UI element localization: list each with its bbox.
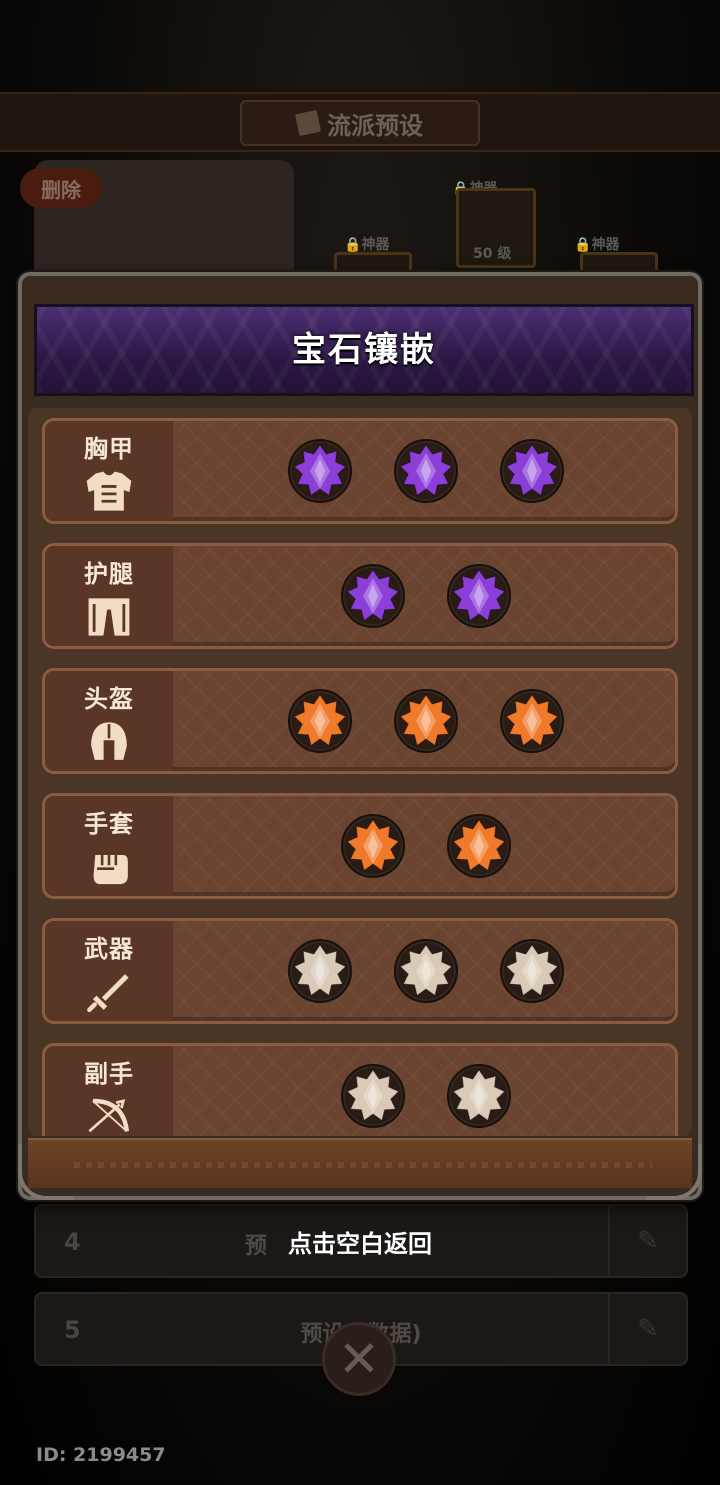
gem-slot-list[interactable]: 胸甲护腿头盔手套武器副手 xyxy=(28,408,692,1136)
bg-level-label: 50 级 xyxy=(473,246,512,262)
gem-orange-icon[interactable] xyxy=(447,814,511,878)
close-icon[interactable]: ✕ xyxy=(322,1322,396,1396)
equipment-slot: 胸甲 xyxy=(45,421,173,521)
gem-orange-icon[interactable] xyxy=(288,689,352,753)
dialog-footer xyxy=(28,1138,692,1188)
gem-row[interactable]: 胸甲 xyxy=(42,418,678,524)
helmet-icon xyxy=(81,718,137,766)
tap-to-return-hint: 点击空白返回 xyxy=(288,1230,432,1258)
gem-sockets xyxy=(177,921,675,1021)
bg-title-text: 流派预设 xyxy=(327,111,423,140)
gem-orange-icon[interactable] xyxy=(394,689,458,753)
equipment-slot-name: 护腿 xyxy=(84,560,134,588)
gem-sockets xyxy=(177,421,675,521)
fist-icon xyxy=(81,843,137,891)
gem-row[interactable]: 武器 xyxy=(42,918,678,1024)
gem-purple-icon[interactable] xyxy=(288,439,352,503)
gem-sockets xyxy=(177,1046,675,1136)
corner-ornament xyxy=(18,1144,74,1200)
gem-white-icon[interactable] xyxy=(447,1064,511,1128)
equipment-slot-name: 头盔 xyxy=(84,685,134,713)
equipment-slot: 副手 xyxy=(45,1046,173,1136)
gem-sockets xyxy=(177,796,675,896)
book-icon xyxy=(294,109,322,137)
gem-orange-icon[interactable] xyxy=(341,814,405,878)
leg-armor-icon xyxy=(81,593,137,641)
player-id: ID: 2199457 xyxy=(36,1444,166,1466)
equipment-slot-name: 手套 xyxy=(84,810,134,838)
gem-sockets xyxy=(177,671,675,771)
gem-row[interactable]: 手套 xyxy=(42,793,678,899)
gem-sockets xyxy=(177,546,675,646)
equipment-slot: 头盔 xyxy=(45,671,173,771)
edit-icon[interactable]: ✎ xyxy=(608,1294,686,1364)
equipment-slot-name: 胸甲 xyxy=(84,435,134,463)
equipment-slot-name: 副手 xyxy=(84,1060,134,1088)
equipment-slot: 手套 xyxy=(45,796,173,896)
gem-inlay-dialog: 宝石镶嵌 胸甲护腿头盔手套武器副手 xyxy=(18,272,702,1200)
equipment-slot: 武器 xyxy=(45,921,173,1021)
corner-ornament xyxy=(646,1144,702,1200)
gem-purple-icon[interactable] xyxy=(500,439,564,503)
bg-title: 流派预设 xyxy=(240,100,480,146)
gem-white-icon[interactable] xyxy=(341,1064,405,1128)
gem-white-icon[interactable] xyxy=(288,939,352,1003)
gem-row[interactable]: 副手 xyxy=(42,1043,678,1136)
sword-icon xyxy=(81,968,137,1016)
delete-button[interactable]: 删除 xyxy=(20,168,102,208)
gem-white-icon[interactable] xyxy=(500,939,564,1003)
equipment-slot-name: 武器 xyxy=(84,935,134,963)
gem-purple-icon[interactable] xyxy=(341,564,405,628)
gem-purple-icon[interactable] xyxy=(394,439,458,503)
gem-orange-icon[interactable] xyxy=(500,689,564,753)
chest-armor-icon xyxy=(81,468,137,516)
equipment-slot: 护腿 xyxy=(45,546,173,646)
gem-purple-icon[interactable] xyxy=(447,564,511,628)
bow-icon xyxy=(81,1093,137,1136)
gem-white-icon[interactable] xyxy=(394,939,458,1003)
dialog-title: 宝石镶嵌 xyxy=(292,330,436,370)
bg-slot-label: 🔒神器 xyxy=(574,237,620,253)
gem-row[interactable]: 头盔 xyxy=(42,668,678,774)
bg-equip-slot: 50 级 xyxy=(456,188,536,268)
gem-row[interactable]: 护腿 xyxy=(42,543,678,649)
bg-slot-label: 🔒神器 xyxy=(344,237,390,253)
dialog-header: 宝石镶嵌 xyxy=(34,304,694,396)
